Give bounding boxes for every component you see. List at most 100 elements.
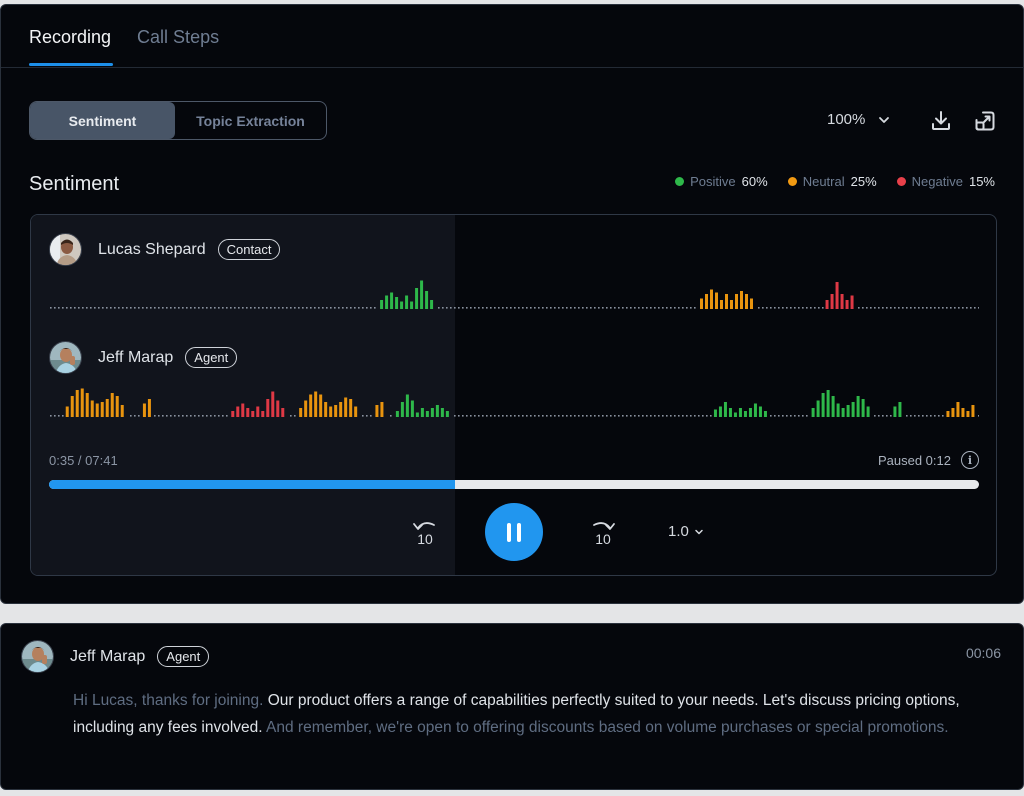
sentiment-bar-negative xyxy=(261,411,265,417)
baseline-dot xyxy=(930,307,932,309)
baseline-dot xyxy=(86,307,88,309)
speaker-agent: Jeff Marap Agent xyxy=(49,341,238,374)
current-time: 0:35 / 07:41 xyxy=(49,453,118,468)
sentiment-bar-neutral xyxy=(745,294,748,309)
baseline-dot xyxy=(666,415,668,417)
tab-call-steps[interactable]: Call Steps xyxy=(137,27,219,66)
sentiment-bar-positive xyxy=(415,288,419,309)
chevron-down-icon xyxy=(695,529,703,534)
baseline-dot xyxy=(894,307,896,309)
sentiment-bar-positive xyxy=(400,402,404,417)
baseline-dot xyxy=(202,415,204,417)
baseline-dot xyxy=(318,307,320,309)
waveform-contact[interactable] xyxy=(49,272,979,312)
baseline-dot xyxy=(638,307,640,309)
download-button[interactable] xyxy=(929,109,953,133)
baseline-dot xyxy=(370,415,372,417)
sentiment-bar-neutral xyxy=(956,402,960,417)
baseline-dot xyxy=(470,307,472,309)
baseline-dot xyxy=(182,307,184,309)
baseline-dot xyxy=(226,307,228,309)
avatar-photo-icon xyxy=(50,234,81,265)
baseline-dot xyxy=(574,415,576,417)
pause-button[interactable] xyxy=(485,503,543,561)
baseline-dot xyxy=(622,307,624,309)
baseline-dot xyxy=(646,415,648,417)
baseline-dot xyxy=(654,415,656,417)
baseline-dot xyxy=(278,307,280,309)
baseline-dot xyxy=(258,307,260,309)
baseline-dot xyxy=(802,415,804,417)
baseline-dot xyxy=(542,307,544,309)
baseline-dot xyxy=(90,307,92,309)
baseline-dot xyxy=(478,415,480,417)
baseline-dot xyxy=(946,307,948,309)
baseline-dot xyxy=(658,415,660,417)
baseline-dot xyxy=(910,415,912,417)
baseline-dot xyxy=(454,307,456,309)
baseline-dot xyxy=(522,307,524,309)
baseline-dot xyxy=(534,307,536,309)
progress-bar[interactable] xyxy=(49,480,979,489)
sentiment-bar-neutral xyxy=(75,390,79,417)
baseline-dot xyxy=(562,307,564,309)
pause-icon-bar xyxy=(507,522,511,542)
skip-back-button[interactable]: 10 xyxy=(410,519,440,549)
skip-forward-seconds: 10 xyxy=(595,531,611,547)
zoom-level-dropdown[interactable]: 100% xyxy=(827,111,891,128)
sentiment-bar-positive xyxy=(435,405,439,417)
playback-speed-dropdown[interactable]: 1.0 xyxy=(668,523,705,540)
baseline-dot xyxy=(706,415,708,417)
skip-forward-button[interactable]: 10 xyxy=(588,519,618,549)
sentiment-bar-positive xyxy=(846,405,850,417)
baseline-dot xyxy=(210,415,212,417)
expand-button[interactable] xyxy=(973,109,997,133)
sentiment-bar-positive xyxy=(410,400,414,417)
baseline-dot xyxy=(218,307,220,309)
baseline-dot xyxy=(790,415,792,417)
sentiment-bar-negative xyxy=(236,406,240,417)
baseline-dot xyxy=(70,307,72,309)
sentiment-bar-positive xyxy=(728,408,732,417)
tab-recording[interactable]: Recording xyxy=(29,27,114,66)
baseline-dot xyxy=(62,307,64,309)
sentiment-bar-positive xyxy=(893,406,897,417)
role-badge: Agent xyxy=(157,646,210,667)
sentiment-toggle-button[interactable]: Sentiment xyxy=(30,102,175,139)
baseline-dot xyxy=(650,307,652,309)
baseline-dot xyxy=(626,415,628,417)
baseline-dot xyxy=(670,307,672,309)
baseline-dot xyxy=(602,307,604,309)
baseline-dot xyxy=(566,307,568,309)
info-icon[interactable]: i xyxy=(961,451,979,469)
sentiment-bar-positive xyxy=(445,411,449,417)
sentiment-bar-neutral xyxy=(100,402,104,417)
baseline-dot xyxy=(490,415,492,417)
baseline-dot xyxy=(786,307,788,309)
baseline-dot xyxy=(242,307,244,309)
baseline-dot xyxy=(186,307,188,309)
baseline-dot xyxy=(474,307,476,309)
legend-neutral: Neutral 25% xyxy=(787,174,877,189)
baseline-dot xyxy=(166,307,168,309)
baseline-dot xyxy=(978,307,979,309)
sentiment-bar-neutral xyxy=(700,298,703,309)
topic-extraction-toggle-button[interactable]: Topic Extraction xyxy=(175,102,326,139)
legend-value: 15% xyxy=(968,174,995,189)
baseline-dot xyxy=(694,415,696,417)
sentiment-bar-neutral xyxy=(380,402,384,417)
tabs-divider xyxy=(1,67,1023,68)
baseline-dot xyxy=(566,415,568,417)
baseline-dot xyxy=(570,415,572,417)
baseline-dot xyxy=(598,415,600,417)
baseline-dot xyxy=(818,307,820,309)
waveform-agent[interactable] xyxy=(49,380,979,420)
baseline-dot xyxy=(466,415,468,417)
baseline-dot xyxy=(546,307,548,309)
sentiment-bar-positive xyxy=(836,403,840,417)
baseline-dot xyxy=(110,307,112,309)
sentiment-bar-negative xyxy=(266,399,270,417)
sentiment-bar-neutral xyxy=(314,391,318,417)
paused-label: Paused 0:12 xyxy=(877,452,951,468)
baseline-dot xyxy=(274,307,276,309)
